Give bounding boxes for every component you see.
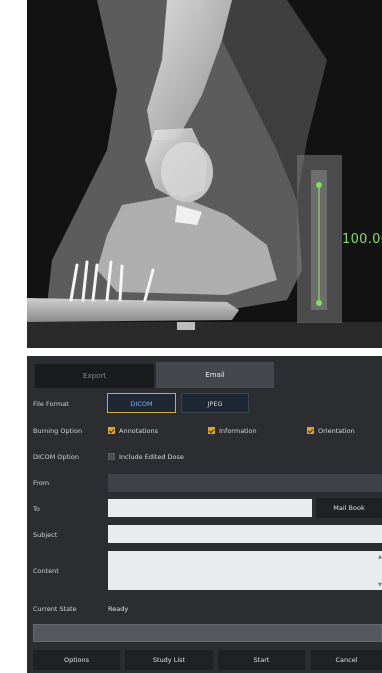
subject-label: Subject: [33, 531, 58, 539]
subject-field[interactable]: [108, 525, 382, 543]
tab-export[interactable]: Export: [35, 364, 154, 388]
information-checkbox[interactable]: Information: [208, 427, 257, 435]
include-edited-dose-checkbox[interactable]: Include Edited Dose: [108, 453, 184, 461]
scroll-up-icon[interactable]: ▲: [378, 554, 382, 560]
burning-option-label: Burning Option: [33, 427, 83, 435]
scroll-down-icon[interactable]: ▼: [378, 582, 382, 588]
checkbox-unchecked-icon: [108, 453, 115, 460]
options-button[interactable]: Options: [33, 650, 120, 670]
xray-image-viewer[interactable]: 100.00m: [27, 0, 382, 348]
study-list-button[interactable]: Study List: [125, 650, 213, 670]
start-button[interactable]: Start: [218, 650, 305, 670]
orientation-checkbox[interactable]: Orientation: [307, 427, 355, 435]
orientation-label: Orientation: [318, 427, 355, 435]
measurement-label: 100.00m: [342, 232, 382, 247]
cancel-button[interactable]: Cancel: [311, 650, 382, 670]
dicom-option-label: DICOM Option: [33, 453, 79, 461]
information-label: Information: [219, 427, 257, 435]
xray-image: [27, 0, 382, 348]
from-label: From: [33, 479, 50, 487]
file-format-label: File Format: [33, 400, 69, 408]
checkbox-checked-icon: [208, 427, 215, 434]
current-state-label: Current State: [33, 605, 77, 613]
current-state-value: Ready: [108, 605, 129, 613]
annotations-checkbox[interactable]: Annotations: [108, 427, 158, 435]
format-dicom-button[interactable]: DICOM: [107, 393, 176, 413]
tab-email[interactable]: Email: [156, 362, 274, 388]
content-label: Content: [33, 567, 59, 575]
export-email-dialog: Export Email File Format DICOM JPEG Burn…: [27, 356, 382, 673]
format-jpeg-button[interactable]: JPEG: [181, 393, 249, 413]
annotations-label: Annotations: [119, 427, 159, 435]
progress-bar: [33, 624, 382, 642]
content-textarea[interactable]: [108, 551, 382, 590]
tab-bar: Export Email: [27, 356, 382, 388]
to-label: To: [33, 505, 40, 513]
mail-book-button[interactable]: Mail Book: [316, 498, 382, 518]
checkbox-checked-icon: [108, 427, 115, 434]
checkbox-checked-icon: [307, 427, 314, 434]
from-field[interactable]: [108, 474, 382, 492]
include-edited-dose-label: Include Edited Dose: [119, 453, 184, 461]
to-field[interactable]: [108, 499, 312, 517]
